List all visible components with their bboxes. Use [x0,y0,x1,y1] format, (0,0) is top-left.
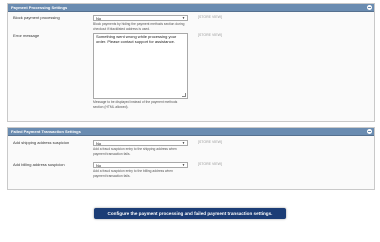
error-message-control: Something went wrong while processing yo… [93,33,188,109]
field-label: Block payment processing [13,15,60,20]
collapse-icon[interactable] [367,5,372,10]
resize-handle-icon[interactable] [182,93,186,97]
scope-label: [STORE VIEW] [198,15,222,19]
collapse-icon[interactable] [367,129,372,134]
block-payment-select[interactable]: No ▼ [93,15,188,21]
chevron-down-icon: ▼ [182,16,185,20]
caption-text: Configure the payment processing and fai… [107,211,273,216]
select-value: No [96,141,102,146]
chevron-down-icon: ▼ [182,163,185,167]
billing-suspicion-control: No ▼ Add a fraud suspicion entry to the … [93,162,188,178]
shipping-suspicion-control: No ▼ Add a fraud suspicion entry to the … [93,140,188,156]
error-message-textarea[interactable]: Something went wrong while processing yo… [93,33,188,99]
section-header[interactable]: Payment Processing Settings [8,4,374,12]
shipping-suspicion-select[interactable]: No ▼ [93,140,188,146]
section-title: Failed Payment Transaction Settings [11,129,81,134]
payment-processing-section: Payment Processing Settings Block paymen… [7,3,375,122]
block-payment-control: No ▼ Block payments by hiding the paymen… [93,15,188,31]
caption-banner: Configure the payment processing and fai… [94,208,286,219]
section-title: Payment Processing Settings [11,5,68,10]
select-value: No [96,163,102,168]
field-note: Add a fraud suspicion entry to the shipp… [93,147,177,156]
field-label: Add shipping address suspicion [13,140,70,145]
textarea-value: Something went wrong while processing yo… [96,34,177,44]
chevron-down-icon: ▼ [182,141,185,145]
billing-suspicion-select[interactable]: No ▼ [93,162,188,168]
field-label: Add billing address suspicion [13,162,65,167]
section-header[interactable]: Failed Payment Transaction Settings [8,128,374,136]
scope-label: [STORE VIEW] [198,162,222,166]
failed-payment-section: Failed Payment Transaction Settings Add … [7,127,375,190]
scope-label: [STORE VIEW] [198,33,222,37]
scope-label: [STORE VIEW] [198,140,222,144]
select-value: No [96,16,102,21]
field-note: Add a fraud suspicion entry to the billi… [93,169,173,178]
field-label: Error message [13,33,40,38]
field-note: Message to be displayed instead of the p… [93,100,178,109]
field-note: Block payments by hiding the payment met… [93,22,185,31]
